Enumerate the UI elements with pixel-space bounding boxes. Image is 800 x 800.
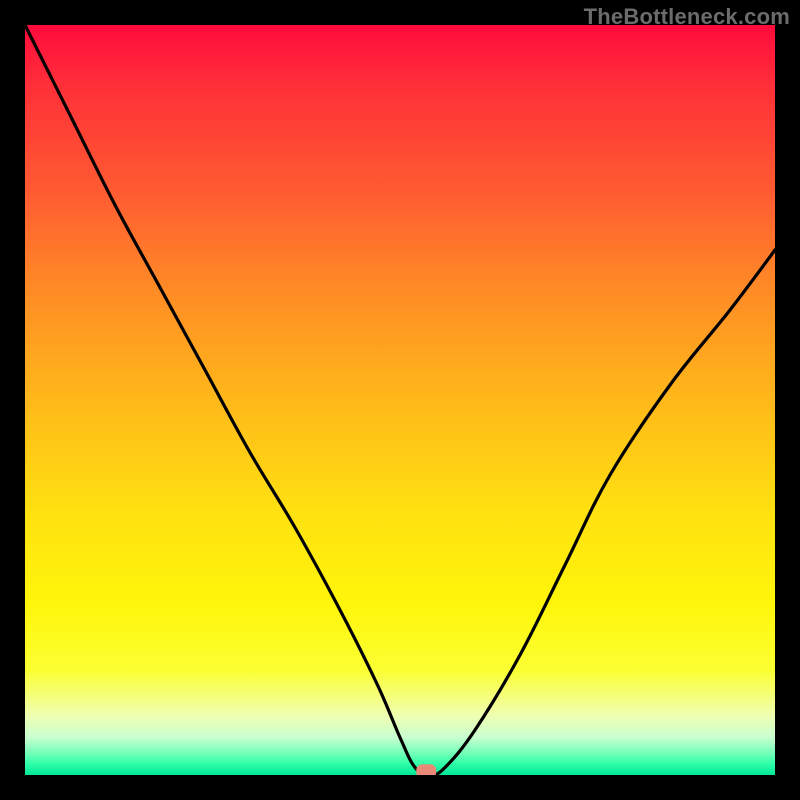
watermark-text: TheBottleneck.com bbox=[584, 4, 790, 30]
plot-area bbox=[25, 25, 775, 775]
optimum-marker bbox=[416, 764, 436, 775]
curve-svg bbox=[25, 25, 775, 775]
bottleneck-curve bbox=[25, 25, 775, 775]
chart-frame: TheBottleneck.com bbox=[0, 0, 800, 800]
